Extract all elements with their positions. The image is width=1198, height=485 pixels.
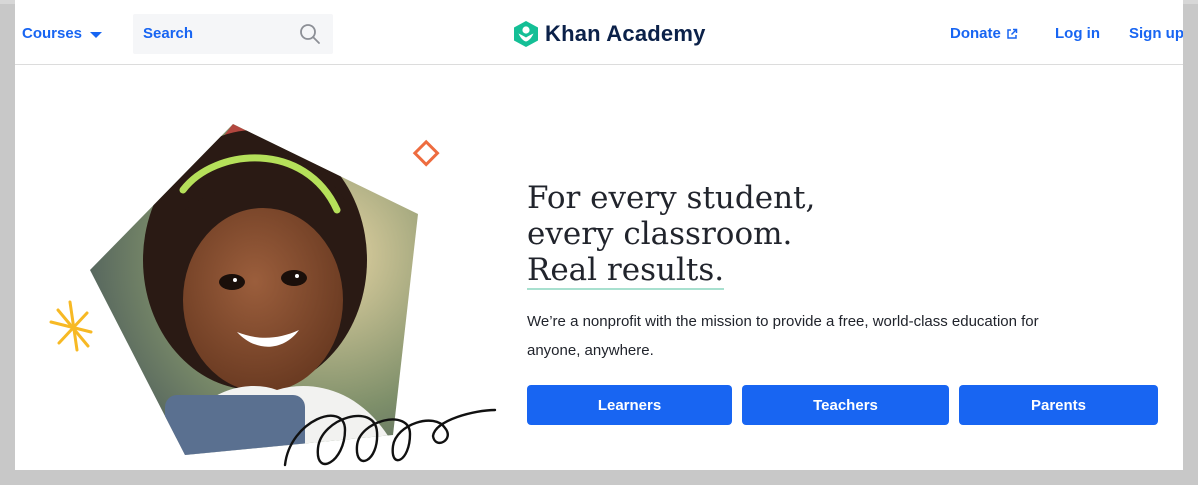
khan-academy-logo[interactable]: Khan Academy (513, 20, 706, 48)
headline-line-2: every classroom. (527, 216, 793, 252)
headline-line-3: Real results. (527, 252, 725, 290)
logo-text: Khan Academy (545, 21, 706, 46)
external-link-icon (1007, 28, 1018, 39)
hero-description: We’re a nonprofit with the mission to pr… (527, 313, 1039, 359)
parents-button[interactable]: Parents (959, 385, 1158, 425)
right-window-frame (1183, 15, 1198, 470)
learners-button[interactable]: Learners (527, 385, 732, 425)
signup-link[interactable]: Sign up (1129, 25, 1183, 42)
hero-headline: For every student, every classroom. Real… (527, 180, 816, 290)
browser-viewport: Courses Search Khan Academy Donate Log i… (15, 0, 1183, 470)
teachers-button[interactable]: Teachers (742, 385, 949, 425)
donate-link[interactable]: Donate (950, 25, 1018, 42)
khan-academy-logo-icon (514, 21, 538, 47)
star-doodle (49, 300, 93, 352)
headline-line-1: For every student, (527, 180, 816, 216)
donate-label: Donate (950, 25, 1001, 42)
login-link[interactable]: Log in (1055, 25, 1100, 42)
student-photo (90, 124, 418, 455)
hero-illustration (49, 124, 497, 467)
